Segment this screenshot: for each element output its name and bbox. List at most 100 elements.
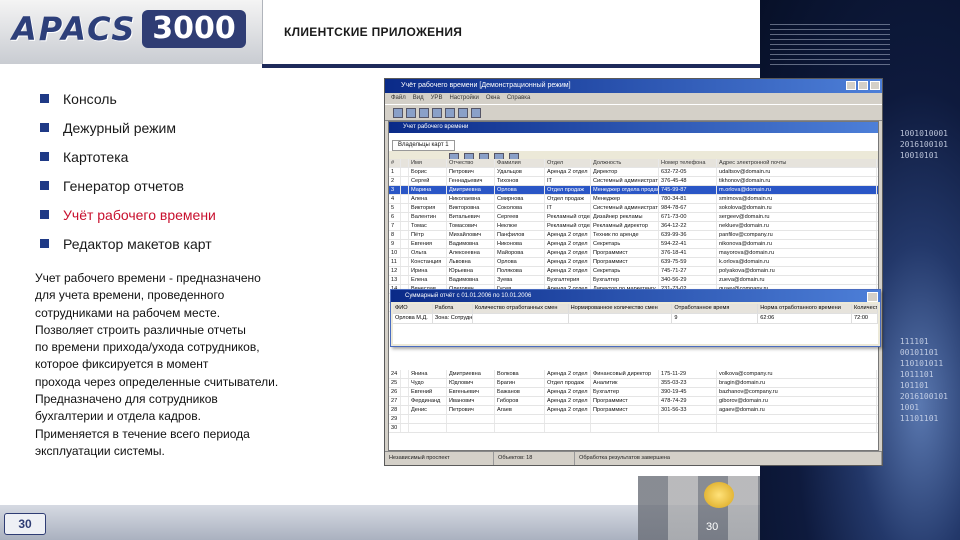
table-row[interactable]: 11 Констанция Львовна Орлова Аренда 2 отдел П… (389, 258, 878, 267)
table-cell: Дмитриевна (447, 370, 495, 378)
table-cell: Львовна (447, 258, 495, 266)
table-cell: Алексеевна (447, 249, 495, 257)
maximize-icon[interactable] (858, 81, 868, 90)
new-icon[interactable] (393, 107, 403, 118)
row-number: 26 (389, 388, 401, 396)
table-cell: Финансовый директор (591, 370, 659, 378)
table-cell: Аренда 2 отдел (545, 240, 591, 248)
table-row[interactable]: 27 Фердинанд Иванович Гиборов Аренда 2 отдел… (389, 397, 878, 406)
table-cell: Зуева (495, 276, 545, 284)
table-cell: Денис (409, 406, 447, 414)
table-cell: Полякова (495, 267, 545, 275)
gold-coin-icon (704, 482, 734, 508)
description-text: Учет рабочего времени - предназначено для… (35, 271, 279, 458)
table-cell (409, 424, 447, 432)
table-cell: Аренда 2 отдел (545, 258, 591, 266)
close-icon[interactable] (870, 81, 880, 90)
menu-help[interactable]: Справка (507, 93, 531, 104)
menu-windows[interactable]: Окна (486, 93, 500, 104)
table-row[interactable]: 12 Ирина Юрьевна Полякова Аренда 2 отдел Секр… (389, 267, 878, 276)
row-indicator-icon (401, 276, 409, 284)
table-row[interactable]: 3 Марина Дмитриевна Орлова Отдел продаж Менед… (389, 186, 878, 195)
report-icon[interactable] (445, 107, 455, 118)
bullet-duty-mode: Дежурный режим (40, 113, 216, 142)
table-cell: Вадимовна (447, 276, 495, 284)
table-row[interactable]: 7 Томас Томасович Неклюе Рекламный отдел Рекл… (389, 222, 878, 231)
table-row[interactable]: 8 Пётр Михайлович Панфилов Аренда 2 отдел Тех… (389, 231, 878, 240)
row-number: 27 (389, 397, 401, 405)
logo-text: APACS (12, 10, 137, 48)
table-cell: sergeev@domain.ru (717, 213, 877, 221)
table-cell: Программист (591, 249, 659, 257)
table-row[interactable]: 9 Евгения Вадимовна Никонова Аренда 2 отдел С… (389, 240, 878, 249)
minimize-icon[interactable] (846, 81, 856, 90)
table-cell: Аренда 2 отдел (545, 406, 591, 414)
table-cell: Алена (409, 195, 447, 203)
report-table-row[interactable]: Орлова М.Д.Зона: Сотрудник962:0672:00 (393, 314, 878, 324)
table-cell: 301-56-33 (659, 406, 717, 414)
table-row[interactable]: 6 Валентин Витальевич Сергеев Рекламный отде… (389, 213, 878, 222)
print-icon[interactable] (432, 107, 442, 118)
table-cell: polyakova@domain.ru (717, 267, 877, 275)
bullet-card-index: Картотека (40, 142, 216, 171)
table-cell: 340-56-29 (659, 276, 717, 284)
bullet-square-icon (40, 239, 49, 248)
filter-icon[interactable] (458, 107, 468, 118)
table-cell (659, 415, 717, 423)
table-row[interactable]: 24 Янина Дмитриевна Волкова Аренда 2 отдел Фи… (389, 370, 878, 379)
table-cell (495, 415, 545, 423)
table-cell: Пётр (409, 231, 447, 239)
tab-card-holders[interactable]: Владельцы карт 1 (392, 140, 455, 151)
table-row[interactable]: 5 Виктория Викторовна Соколова IT Системный а… (389, 204, 878, 213)
table-cell: Майорова (495, 249, 545, 257)
table-cell: Удальцов (495, 168, 545, 176)
table-row[interactable]: 13 Елена Вадимовна Зуева Бухгалтерия Бухгалте… (389, 276, 878, 285)
bullet-card-layout-editor: Редактор макетов карт (40, 229, 216, 258)
app-toolbar (385, 104, 882, 121)
table-cell: 594-22-41 (659, 240, 717, 248)
table-cell: volkova@company.ru (717, 370, 877, 378)
table-row[interactable]: 30 (389, 424, 878, 433)
table-row[interactable]: 29 (389, 415, 878, 424)
table-row[interactable]: 2 Сергей Геннадьевич Тихонов IT Системный адм… (389, 177, 878, 186)
table-cell: Томасович (447, 222, 495, 230)
table-cell (717, 424, 877, 432)
table-cell: mayorova@domain.ru (717, 249, 877, 257)
row-indicator-icon (401, 249, 409, 257)
table-cell: Борис (409, 168, 447, 176)
table-cell: zueva@domain.ru (717, 276, 877, 284)
row-indicator-icon (401, 258, 409, 266)
app-window-screenshot: Учёт рабочего времени [Демонстрационный … (384, 78, 883, 466)
table-cell: Техник по аренде (591, 231, 659, 239)
table-row[interactable]: 1 Борис Петрович Удальцов Аренда 2 отдел Дире… (389, 168, 878, 177)
table-cell (545, 424, 591, 432)
table-cell: Евгений (409, 388, 447, 396)
save-icon[interactable] (419, 107, 429, 118)
table-cell: k.orlova@domain.ru (717, 258, 877, 266)
row-number: 13 (389, 276, 401, 284)
table-row[interactable]: 28 Денис Петрович Агаев Аренда 2 отдел Програ… (389, 406, 878, 415)
table-cell: 632-72-05 (659, 168, 717, 176)
app-menubar: Файл Вид УРВ Настройки Окна Справка (385, 93, 882, 104)
table-cell: m.orlova@domain.ru (717, 186, 877, 194)
table-row[interactable]: 4 Алена Николаевна Смирнова Отдел продаж Мене… (389, 195, 878, 204)
table-cell: 984-78-67 (659, 204, 717, 212)
menu-settings[interactable]: Настройки (449, 93, 478, 104)
table-cell: Дмитриевна (447, 186, 495, 194)
table-row[interactable]: 26 Евгений Евгеньевич Бажанов Аренда 2 отдел… (389, 388, 878, 397)
table-row[interactable]: 25 Чудо Юдлович Брагин Отдел продаж Аналитик 3… (389, 379, 878, 388)
table-row[interactable]: 10 Ольга Алексеевна Майорова Аренда 2 отдел П… (389, 249, 878, 258)
close-icon[interactable] (867, 292, 878, 302)
settings-icon[interactable] (471, 107, 481, 118)
table-cell: Марина (409, 186, 447, 194)
table-cell: Смирнова (495, 195, 545, 203)
menu-view[interactable]: Вид (413, 93, 424, 104)
summary-report-window: Суммарный отчёт с 01.01.2006 по 10.01.20… (390, 289, 881, 347)
menu-urv[interactable]: УРВ (431, 93, 443, 104)
row-number: 11 (389, 258, 401, 266)
menu-file[interactable]: Файл (391, 93, 406, 104)
footer-photo-collage (638, 476, 760, 540)
open-icon[interactable] (406, 107, 416, 118)
table-cell: Томас (409, 222, 447, 230)
text-texture-decoration (770, 24, 890, 66)
